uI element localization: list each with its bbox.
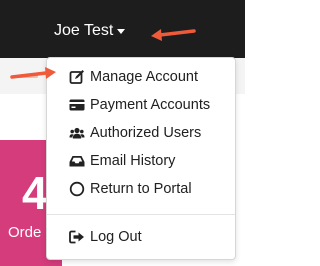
menu-item-label: Authorized Users [90, 125, 202, 141]
stat-label: Orde [8, 224, 42, 241]
menu-item-payment-accounts[interactable]: Payment Accounts [47, 92, 235, 118]
credit-card-icon [69, 97, 85, 113]
menu-item-return-to-portal[interactable]: Return to Portal [47, 176, 235, 202]
users-icon [69, 125, 85, 141]
top-navbar: Joe Test [0, 0, 245, 58]
menu-item-log-out[interactable]: Log Out [47, 224, 235, 250]
user-name: Joe Test [54, 22, 114, 39]
caret-down-icon [117, 29, 126, 34]
menu-item-email-history[interactable]: Email History [47, 148, 235, 174]
user-dropdown-menu: Manage Account Payment Accounts Authoriz… [46, 57, 236, 260]
menu-item-label: Manage Account [90, 69, 199, 85]
sign-out-icon [69, 229, 85, 245]
menu-item-label: Email History [90, 153, 176, 169]
menu-item-label: Log Out [90, 229, 142, 245]
circle-icon [69, 181, 85, 197]
annotation-arrow-icon [10, 67, 56, 79]
menu-item-label: Payment Accounts [90, 97, 211, 113]
inbox-icon [69, 153, 85, 169]
menu-item-authorized-users[interactable]: Authorized Users [47, 120, 235, 146]
stat-number: 4 [22, 167, 48, 219]
menu-item-manage-account[interactable]: Manage Account [47, 64, 235, 90]
menu-item-label: Return to Portal [90, 181, 192, 197]
edit-icon [69, 69, 85, 85]
menu-divider [47, 214, 235, 215]
user-menu-toggle[interactable]: Joe Test [54, 21, 126, 41]
annotation-arrow-icon [151, 29, 196, 41]
